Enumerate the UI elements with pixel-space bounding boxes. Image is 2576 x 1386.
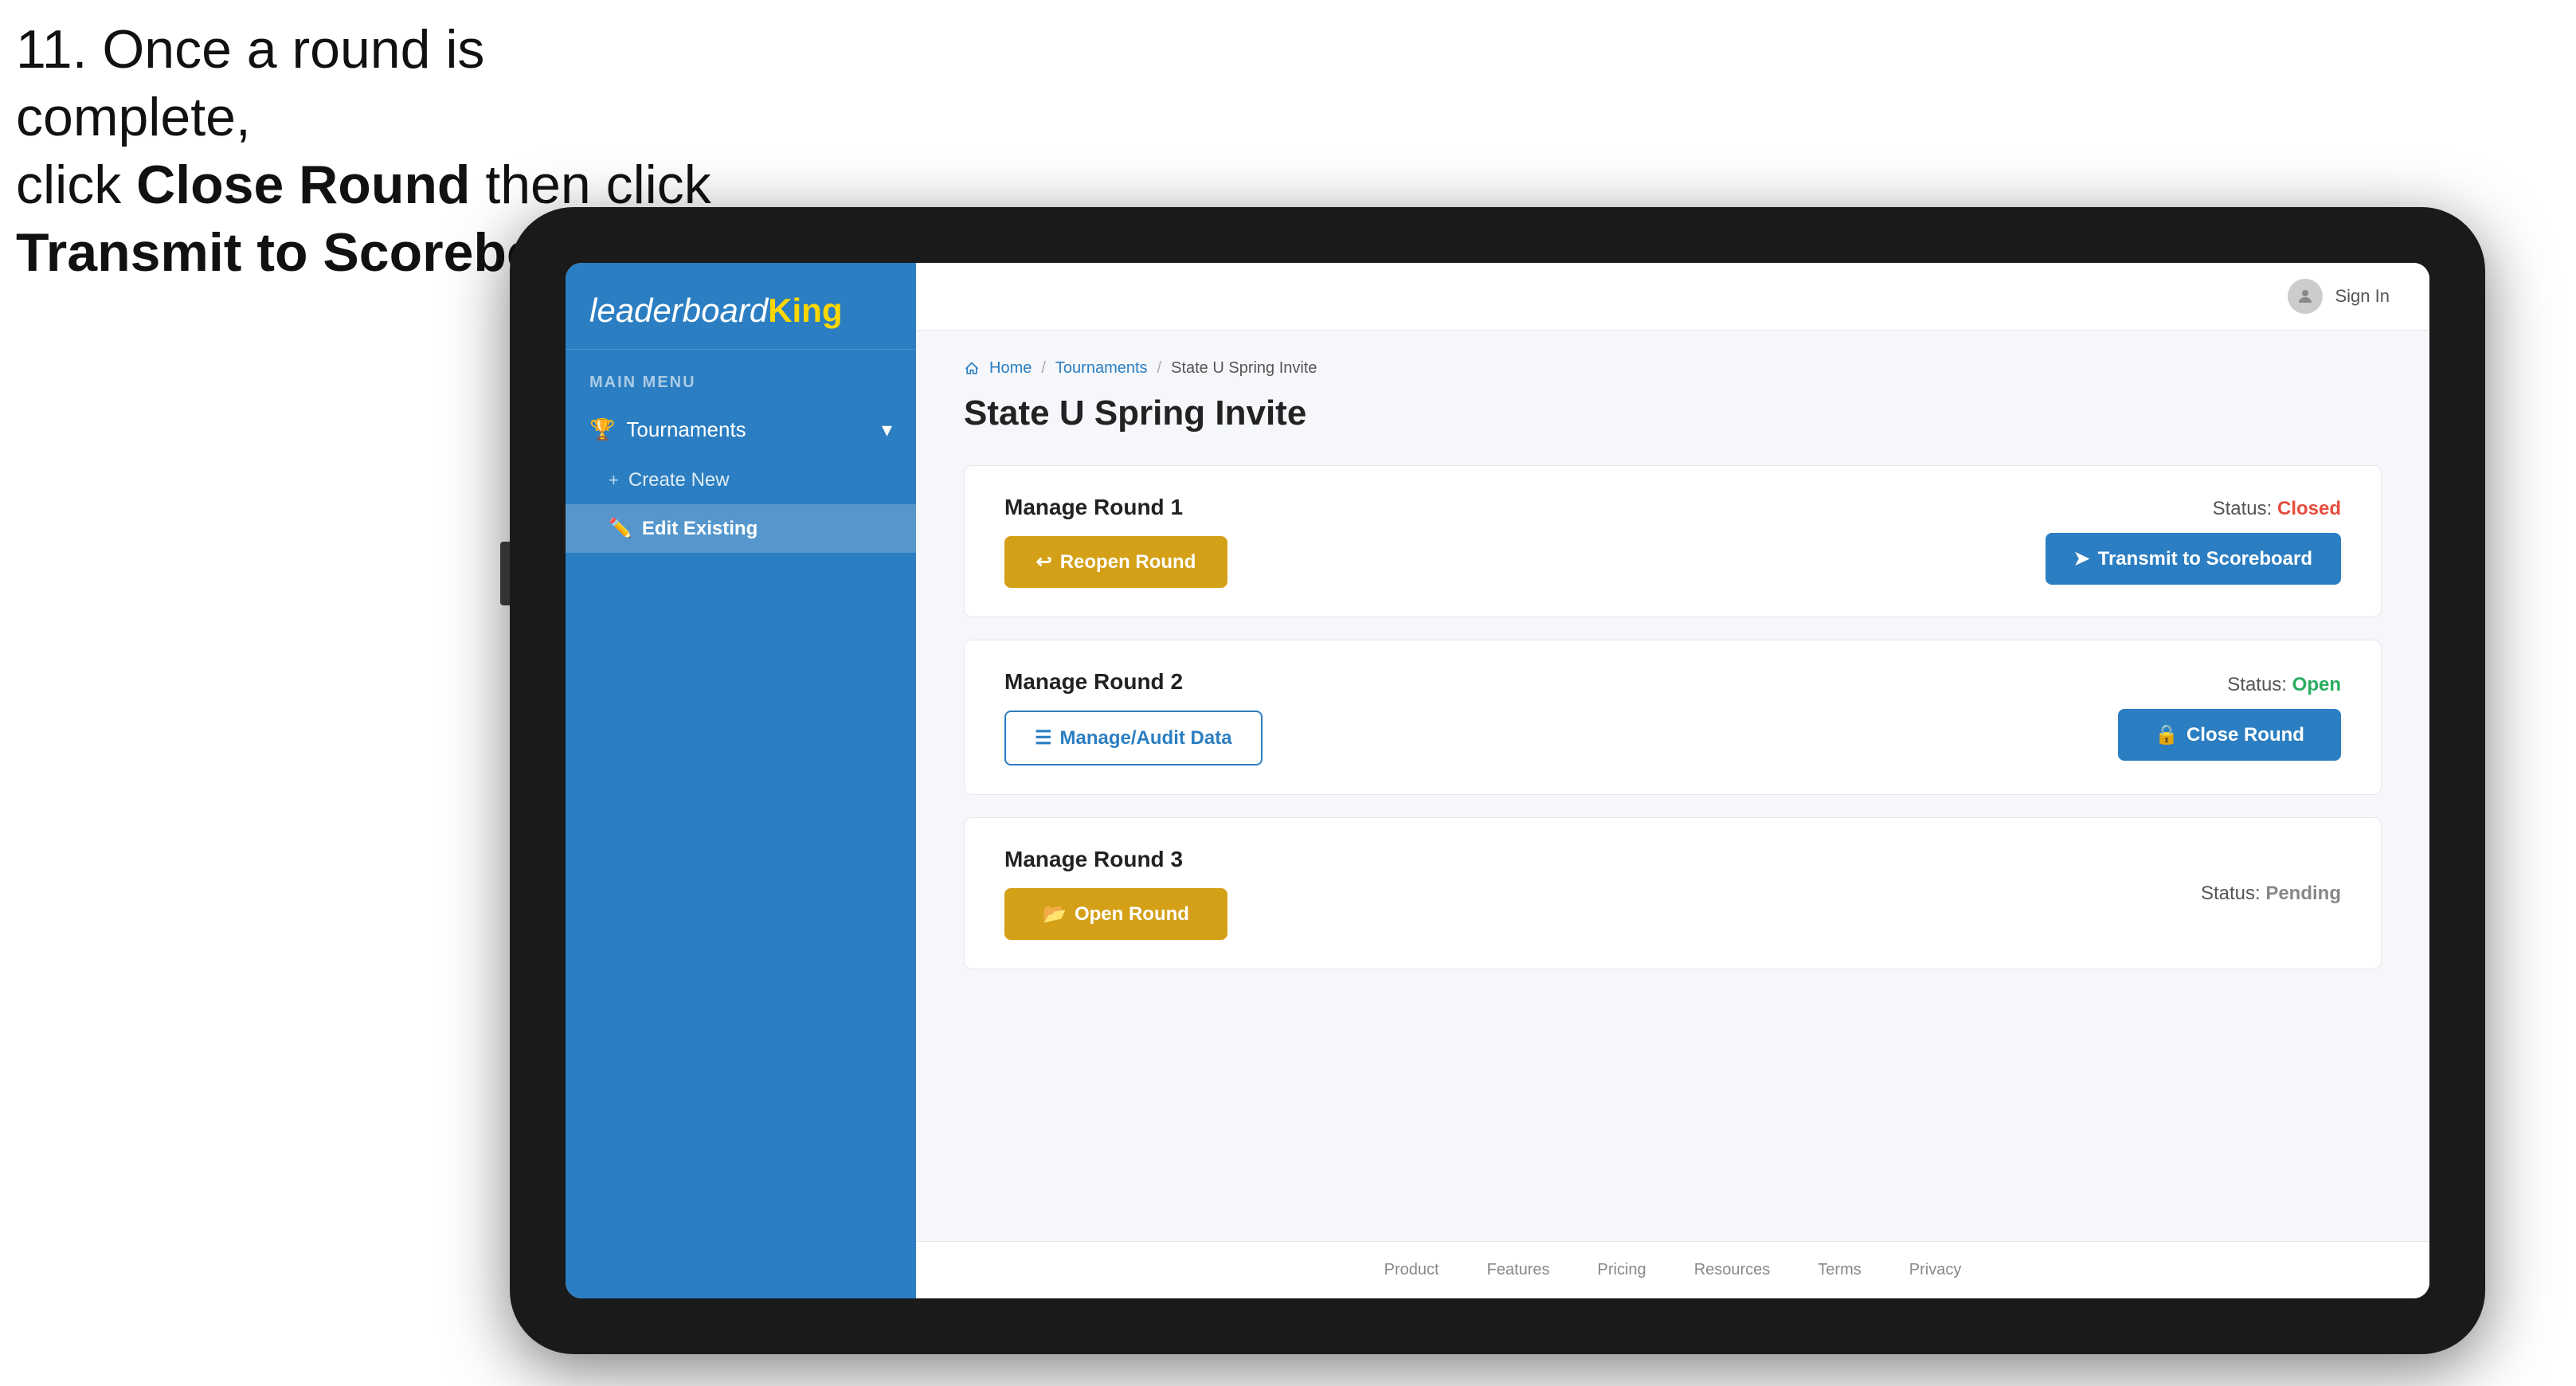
transmit-icon: ➤ — [2074, 547, 2090, 570]
transmit-label: Transmit to Scoreboard — [2098, 548, 2312, 570]
app-logo: leaderboardKing — [589, 292, 892, 330]
app-layout: leaderboardKing MAIN MENU 🏆 Tournaments … — [566, 263, 2429, 1298]
plus-icon: + — [609, 470, 619, 491]
page-title: State U Spring Invite — [964, 393, 2382, 433]
close-round-button[interactable]: 🔒 Close Round — [2118, 709, 2341, 761]
tablet-side-button — [500, 542, 510, 605]
sidebar: leaderboardKing MAIN MENU 🏆 Tournaments … — [566, 263, 916, 1298]
sidebar-logo: leaderboardKing — [566, 263, 916, 350]
footer-privacy[interactable]: Privacy — [1909, 1261, 1962, 1279]
create-new-label: Create New — [628, 469, 730, 491]
main-content: Sign In Home / Tournaments / State U Spr… — [916, 263, 2429, 1298]
footer: Product Features Pricing Resources Terms… — [916, 1241, 2429, 1298]
footer-product[interactable]: Product — [1384, 1261, 1439, 1279]
lock-icon: 🔒 — [2155, 723, 2179, 746]
manage-audit-data-button[interactable]: ☰ Manage/Audit Data — [1004, 711, 1263, 765]
instruction-line1: 11. Once a round is complete, — [16, 16, 717, 151]
round-1-title: Manage Round 1 — [1004, 495, 1227, 520]
trophy-icon: 🏆 — [589, 417, 615, 442]
sign-in-label: Sign In — [2335, 286, 2390, 307]
sidebar-sub-item-create-new[interactable]: + Create New — [566, 456, 916, 504]
page-content: Home / Tournaments / State U Spring Invi… — [916, 331, 2429, 1241]
round-3-card: Manage Round 3 📂 Open Round Status: Pend… — [964, 817, 2382, 969]
round-3-title: Manage Round 3 — [1004, 847, 1227, 872]
round-1-status: Status: Closed — [2213, 498, 2341, 520]
transmit-to-scoreboard-button[interactable]: ➤ Transmit to Scoreboard — [2046, 533, 2342, 585]
reopen-round-button[interactable]: ↩ Reopen Round — [1004, 536, 1227, 588]
footer-pricing[interactable]: Pricing — [1598, 1261, 1646, 1279]
reopen-icon: ↩ — [1036, 550, 1052, 574]
tournaments-label: Tournaments — [626, 417, 746, 442]
manage-audit-label: Manage/Audit Data — [1060, 727, 1232, 750]
avatar — [2288, 279, 2323, 314]
breadcrumb-tournaments[interactable]: Tournaments — [1055, 359, 1148, 378]
open-round-label: Open Round — [1075, 903, 1189, 926]
chevron-down-icon: ▾ — [882, 417, 892, 442]
round-2-status: Status: Open — [2227, 674, 2341, 696]
round-2-status-value: Open — [2292, 674, 2341, 695]
edit-icon: ✏️ — [609, 517, 632, 540]
edit-existing-label: Edit Existing — [642, 518, 758, 540]
home-icon — [964, 361, 980, 377]
tablet-frame: leaderboardKing MAIN MENU 🏆 Tournaments … — [510, 207, 2485, 1354]
round-1-status-value: Closed — [2277, 498, 2341, 519]
footer-resources[interactable]: Resources — [1694, 1261, 1771, 1279]
round-3-status-value: Pending — [2265, 883, 2341, 904]
open-icon: 📂 — [1043, 902, 1067, 926]
sign-in-area[interactable]: Sign In — [2288, 279, 2390, 314]
round-2-card: Manage Round 2 ☰ Manage/Audit Data Statu… — [964, 640, 2382, 795]
topbar: Sign In — [916, 263, 2429, 331]
footer-features[interactable]: Features — [1487, 1261, 1550, 1279]
open-round-button[interactable]: 📂 Open Round — [1004, 888, 1227, 940]
main-menu-label: MAIN MENU — [566, 366, 916, 403]
audit-icon: ☰ — [1035, 726, 1052, 750]
close-round-label: Close Round — [2186, 724, 2304, 746]
breadcrumb-current: State U Spring Invite — [1171, 359, 1317, 378]
round-2-title: Manage Round 2 — [1004, 669, 1263, 695]
breadcrumb: Home / Tournaments / State U Spring Invi… — [964, 359, 2382, 378]
round-1-card: Manage Round 1 ↩ Reopen Round Status: Cl… — [964, 465, 2382, 617]
footer-terms[interactable]: Terms — [1818, 1261, 1861, 1279]
breadcrumb-home[interactable]: Home — [989, 359, 1032, 378]
sidebar-sub-item-edit-existing[interactable]: ✏️ Edit Existing — [566, 504, 916, 553]
sidebar-item-tournaments[interactable]: 🏆 Tournaments ▾ — [566, 403, 916, 456]
logo-king: King — [768, 292, 842, 329]
logo-leaderboard: leaderboard — [589, 292, 768, 329]
sidebar-main-menu: MAIN MENU 🏆 Tournaments ▾ + Create New — [566, 350, 916, 569]
round-3-status: Status: Pending — [2201, 883, 2341, 905]
reopen-round-label: Reopen Round — [1060, 551, 1196, 574]
tablet-screen: leaderboardKing MAIN MENU 🏆 Tournaments … — [566, 263, 2429, 1298]
